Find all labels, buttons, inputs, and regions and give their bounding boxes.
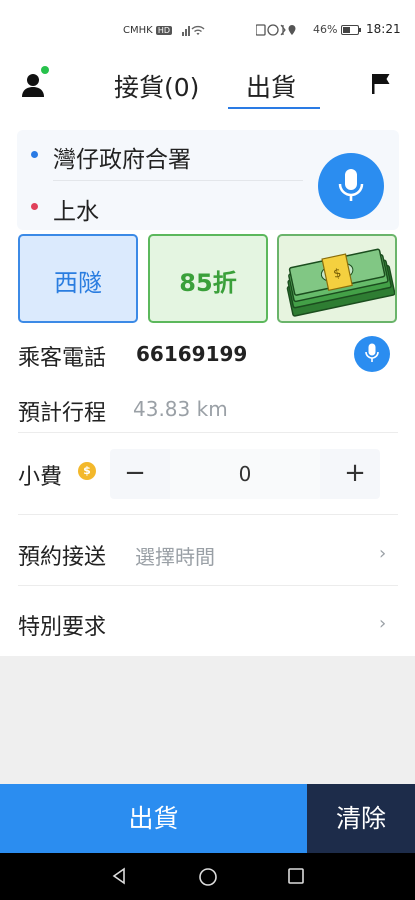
divider	[18, 514, 398, 515]
phone-label: 乘客電話	[18, 346, 107, 371]
booking-time-placeholder: 選擇時間	[135, 545, 215, 569]
trip-distance: 43.83 km	[133, 397, 228, 421]
tab-ship[interactable]: 出貨	[246, 68, 296, 104]
home-icon[interactable]	[198, 867, 218, 891]
tab-receive[interactable]: 接貨(0)	[114, 68, 199, 104]
discount-option-button[interactable]: 85折	[148, 234, 268, 323]
status-icons	[255, 23, 312, 40]
phone-value[interactable]: 66169199	[136, 342, 247, 366]
tip-stepper: − 0 +	[110, 449, 380, 499]
online-status-dot	[41, 66, 49, 74]
route-divider	[53, 180, 303, 181]
chevron-right-icon: ›	[379, 613, 387, 634]
cash-bundle-icon: $	[286, 248, 395, 317]
user-profile-icon[interactable]	[20, 70, 50, 100]
dropoff-text: 上水	[53, 199, 99, 225]
signal-wifi-icon	[182, 23, 214, 40]
system-navigation-bar	[0, 853, 415, 900]
discount-option-label: 85折	[179, 269, 237, 297]
divider	[18, 585, 398, 586]
ship-button[interactable]: 出貨	[0, 784, 307, 853]
battery-indicator: 46%	[313, 23, 361, 36]
microphone-icon	[365, 343, 379, 362]
pickup-dot	[31, 151, 38, 158]
status-bar: CMHK HD 46% 18:21	[0, 0, 415, 60]
tip-decrement-button[interactable]: −	[110, 449, 160, 499]
tip-row: 小費 $ − 0 +	[18, 449, 400, 509]
cash-payment-button[interactable]: $	[277, 234, 397, 323]
phone-voice-button[interactable]	[354, 336, 390, 372]
chevron-right-icon: ›	[379, 543, 387, 564]
tip-label: 小費	[18, 465, 63, 490]
microphone-icon	[338, 169, 364, 201]
tunnel-option-label: 西隧	[54, 269, 102, 297]
tip-increment-button[interactable]: +	[330, 449, 380, 499]
clock: 18:21	[366, 22, 401, 36]
top-nav: 接貨(0) 出貨	[0, 60, 415, 120]
estimated-trip-row: 預計行程 43.83 km	[18, 395, 400, 435]
carrier-label: CMHK HD	[123, 25, 173, 36]
voice-input-button[interactable]	[318, 153, 384, 219]
order-form: 灣仔政府合署 上水 西隧 85折 $ 乘客電話 66169199 預計行程 43…	[0, 120, 415, 656]
clear-button[interactable]: 清除	[307, 784, 415, 853]
booking-time-row[interactable]: 預約接送 選擇時間 ›	[18, 539, 400, 589]
coin-icon: $	[78, 462, 96, 480]
hd-badge: HD	[155, 26, 173, 35]
special-request-label: 特別要求	[18, 615, 107, 640]
dropoff-dot	[31, 203, 38, 210]
route-box: 灣仔政府合署 上水	[17, 130, 399, 230]
active-tab-indicator	[228, 107, 320, 109]
booking-label: 預約接送	[18, 545, 107, 570]
dropoff-location[interactable]: 上水	[17, 186, 307, 230]
tunnel-option-button[interactable]: 西隧	[18, 234, 138, 323]
special-request-row[interactable]: 特別要求 ›	[18, 609, 400, 659]
divider	[18, 432, 398, 433]
flag-icon[interactable]	[370, 72, 392, 96]
passenger-phone-row: 乘客電話 66169199	[18, 336, 400, 380]
pickup-location[interactable]: 灣仔政府合署	[17, 134, 307, 178]
back-icon[interactable]	[110, 867, 128, 889]
trip-label: 預計行程	[18, 401, 107, 426]
pickup-text: 灣仔政府合署	[53, 147, 191, 173]
tip-value[interactable]: 0	[170, 449, 320, 499]
recent-apps-icon[interactable]	[287, 867, 305, 889]
